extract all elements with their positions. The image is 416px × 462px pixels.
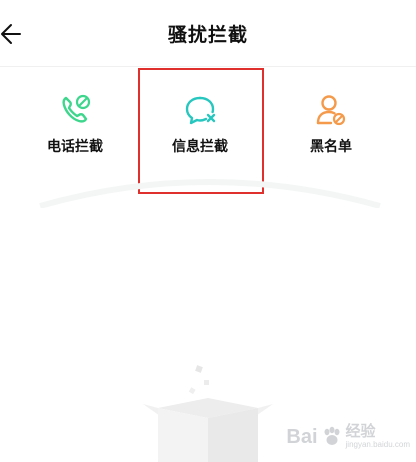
- tab-call-intercept[interactable]: 电话拦截: [10, 92, 140, 172]
- tab-label: 电话拦截: [47, 139, 103, 155]
- paw-logo-icon: [324, 426, 340, 445]
- background-arc: [39, 179, 381, 208]
- watermark-sub: jingyan.baidu.com: [345, 439, 410, 449]
- page-title: 骚扰拦截: [167, 24, 248, 46]
- watermark-suffix: 经验: [345, 423, 376, 441]
- user-block-icon: [316, 95, 346, 126]
- phone-block-icon: [62, 94, 91, 123]
- watermark-brand: Bai: [286, 425, 318, 448]
- header-divider: [0, 66, 416, 67]
- harassment-intercept-screen: 骚扰拦截 电话拦截 信息拦截 黑名单 Bai 经验 jingyan.baidu.…: [0, 0, 416, 462]
- watermark: Bai 经验 jingyan.baidu.com: [286, 422, 410, 452]
- tab-blacklist[interactable]: 黑名单: [266, 92, 396, 172]
- header: 骚扰拦截: [0, 0, 416, 66]
- empty-box-illustration: [143, 365, 273, 462]
- tab-label: 黑名单: [310, 139, 352, 155]
